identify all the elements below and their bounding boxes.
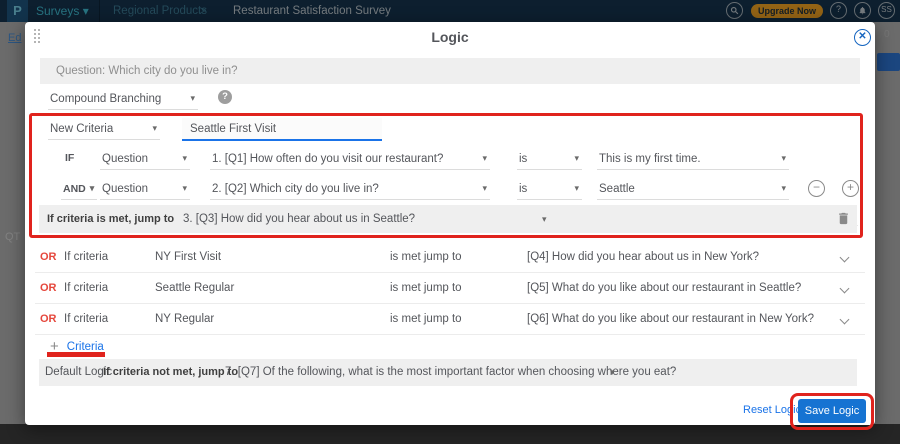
screen: P Surveys ▾ Regional Products > Restaura… [0,0,900,444]
if-criteria-label: If criteria [64,242,108,273]
saved-criteria-row[interactable]: OR If criteria NY Regular is met jump to… [35,304,865,335]
condition-type-value: Question [102,153,148,165]
chevron-down-icon: ▾ [574,183,579,194]
jump-to-label: If criteria is met, jump to [47,205,174,233]
chevron-down-icon: ▾ [482,183,487,194]
connector-value: AND [63,183,86,195]
question-context-header: Question: Which city do you live in? [40,58,860,84]
is-met-label: is met jump to [390,242,462,273]
saved-criteria-row[interactable]: OR If criteria Seattle Regular is met ju… [35,273,865,304]
or-label: OR [40,304,57,335]
chevron-down-icon: ▾ [482,153,487,164]
condition-question-select[interactable]: 1. [Q1] How often do you visit our resta… [210,148,490,170]
logic-type-value: Compound Branching [50,93,161,105]
criteria-name-row: New Criteria ▾ [25,118,875,142]
logic-type-row: Compound Branching ▾ ? [25,88,875,112]
default-jump-target-select[interactable]: 7. [Q7] Of the following, what is the mo… [225,359,676,386]
criteria-name: NY First Visit [155,242,221,273]
save-logic-button[interactable]: Save Logic [798,399,866,423]
criteria-target: [Q6] What do you like about our restaura… [527,304,814,335]
if-label: IF [65,152,74,164]
condition-operator-value: is [519,183,527,195]
condition-type-select[interactable]: Question ▾ [100,148,190,170]
condition-type-value: Question [102,183,148,195]
chevron-down-icon: ▾ [190,93,195,104]
expand-criteria-icon[interactable] [840,284,850,294]
condition-operator-select[interactable]: is ▾ [517,148,582,170]
add-criteria-button[interactable]: + Criteria [50,338,104,356]
criteria-select[interactable]: New Criteria ▾ [48,118,160,140]
logic-modal: Logic ✕ Question: Which city do you live… [25,22,875,425]
condition-operator-value: is [519,153,527,165]
condition-value: This is my first time. [599,153,701,165]
default-logic-bar: Default Logic If criteria not met, jump … [39,359,857,386]
add-condition-button[interactable]: + [842,180,859,197]
condition-value-select[interactable]: Seattle ▾ [597,178,789,200]
criteria-name: Seattle Regular [155,273,234,304]
chevron-down-icon: ▾ [90,183,95,194]
chevron-down-icon: ▾ [182,153,187,164]
condition-row-and: AND ▾ Question ▾ 2. [Q2] Which city do y… [25,178,875,202]
expand-criteria-icon[interactable] [840,315,850,325]
or-label: OR [40,273,57,304]
chevron-down-icon: ▾ [152,123,157,134]
chevron-down-icon: ▾ [182,183,187,194]
chevron-down-icon: ▾ [781,153,786,164]
chevron-down-icon: ▾ [781,183,786,194]
saved-criteria-row[interactable]: OR If criteria NY First Visit is met jum… [35,242,865,273]
criteria-target: [Q4] How did you hear about us in New Yo… [527,242,759,273]
criteria-name: NY Regular [155,304,214,335]
help-icon[interactable]: ? [218,90,232,104]
condition-type-select[interactable]: Question ▾ [100,178,190,200]
condition-operator-select[interactable]: is ▾ [517,178,582,200]
connector-select[interactable]: AND ▾ [61,178,97,200]
chevron-down-icon: ▾ [542,205,547,233]
expand-criteria-icon[interactable] [840,253,850,263]
jump-target-select[interactable]: 3. [Q3] How did you hear about us in Sea… [183,205,415,233]
condition-value-select[interactable]: This is my first time. ▾ [597,148,789,170]
reset-logic-link[interactable]: Reset Logic [743,404,801,416]
is-met-label: is met jump to [390,304,462,335]
close-icon[interactable]: ✕ [854,29,871,46]
logic-type-select[interactable]: Compound Branching ▾ [48,88,198,110]
default-condition-label: If criteria not met, jump to [103,359,238,386]
jump-to-bar: If criteria is met, jump to 3. [Q3] How … [39,205,857,233]
is-met-label: is met jump to [390,273,462,304]
if-criteria-label: If criteria [64,304,108,335]
condition-row-if: IF Question ▾ 1. [Q1] How often do you v… [25,148,875,172]
add-criteria-label: Criteria [67,341,104,353]
chevron-down-icon: ▾ [574,153,579,164]
if-criteria-label: If criteria [64,273,108,304]
condition-value: Seattle [599,183,635,195]
condition-question-value: 2. [Q2] Which city do you live in? [212,183,379,195]
criteria-select-value: New Criteria [50,123,113,135]
plus-icon: + [50,338,59,355]
chevron-down-icon: ▾ [610,359,615,386]
criteria-target: [Q5] What do you like about our restaura… [527,273,801,304]
delete-criteria-icon[interactable] [836,211,852,227]
condition-question-value: 1. [Q1] How often do you visit our resta… [212,153,443,165]
modal-title: Logic [25,29,875,45]
remove-condition-button[interactable]: − [808,180,825,197]
condition-question-select[interactable]: 2. [Q2] Which city do you live in? ▾ [210,178,490,200]
or-label: OR [40,242,57,273]
criteria-name-input[interactable] [182,118,382,141]
